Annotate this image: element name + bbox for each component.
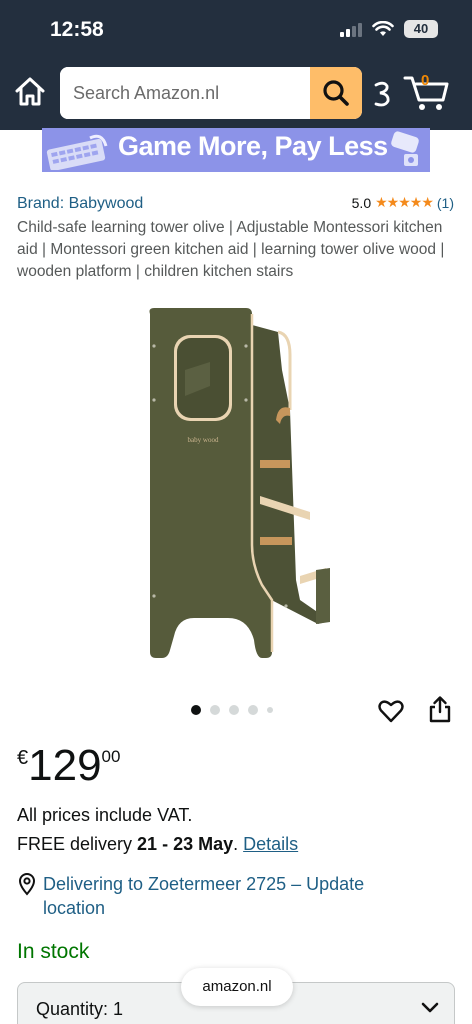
carousel-dot-5[interactable] xyxy=(267,707,273,713)
status-time: 12:58 xyxy=(50,18,104,41)
rating-count: (1) xyxy=(436,194,454,211)
carousel-dot-2[interactable] xyxy=(210,705,220,715)
price-whole: 129 xyxy=(28,741,102,790)
carousel-dot-3[interactable] xyxy=(229,705,239,715)
location-pin-icon xyxy=(18,873,36,896)
stock-status: In stock xyxy=(17,940,90,963)
chevron-down-icon xyxy=(421,1002,439,1013)
rating-value: 5.0 xyxy=(351,194,372,211)
banner-headline: Game More, Pay Less xyxy=(118,131,388,161)
cart-count-badge: 0 xyxy=(421,72,430,89)
search-button[interactable] xyxy=(310,67,362,119)
keyboard-illustration xyxy=(46,134,108,170)
promo-banner[interactable]: Game More, Pay Less xyxy=(42,128,430,172)
price-fraction: 00 xyxy=(101,747,121,766)
gamepad-illustration xyxy=(391,131,419,166)
share-icon[interactable] xyxy=(428,695,452,723)
image-carousel-dots[interactable] xyxy=(191,705,273,715)
price: € 129 00 xyxy=(17,740,120,792)
brand-link[interactable]: Brand: Babywood xyxy=(17,195,143,213)
search-input[interactable] xyxy=(60,67,310,119)
account-icon[interactable] xyxy=(372,80,394,108)
battery-icon: 40 xyxy=(404,20,438,38)
delivery-separator: . xyxy=(233,834,244,854)
details-link[interactable]: Details xyxy=(243,834,298,854)
price-currency: € xyxy=(17,747,29,769)
delivery-info: FREE delivery 21 - 23 May. Details xyxy=(17,834,298,855)
carousel-dot-1[interactable] xyxy=(191,705,201,715)
signal-icon xyxy=(340,21,362,37)
home-icon[interactable] xyxy=(12,74,48,110)
app-header: 12:58 40 0 xyxy=(0,0,472,130)
status-icons: 40 xyxy=(340,20,438,38)
heart-icon[interactable] xyxy=(377,697,405,725)
browser-url-pill[interactable]: amazon.nl xyxy=(181,968,293,1006)
search-bar xyxy=(60,67,362,119)
vat-notice: All prices include VAT. xyxy=(17,805,193,825)
star-rating-icon: ★★★★★ xyxy=(375,194,434,210)
product-title: Child-safe learning tower olive | Adjust… xyxy=(17,219,445,280)
delivery-location-link[interactable]: Delivering to Zoetermeer 2725 – Update l… xyxy=(43,872,423,920)
carousel-dot-4[interactable] xyxy=(248,705,258,715)
rating-summary[interactable]: 5.0 ★★★★★ (1) xyxy=(352,194,454,211)
product-logo: baby wood xyxy=(188,436,219,444)
delivery-dates: 21 - 23 May xyxy=(137,834,234,854)
delivery-prefix: FREE delivery xyxy=(17,834,138,854)
search-icon xyxy=(323,80,349,106)
wifi-icon xyxy=(372,21,394,36)
product-image[interactable]: baby wood xyxy=(140,300,340,665)
quantity-label: Quantity: 1 xyxy=(36,999,124,1019)
